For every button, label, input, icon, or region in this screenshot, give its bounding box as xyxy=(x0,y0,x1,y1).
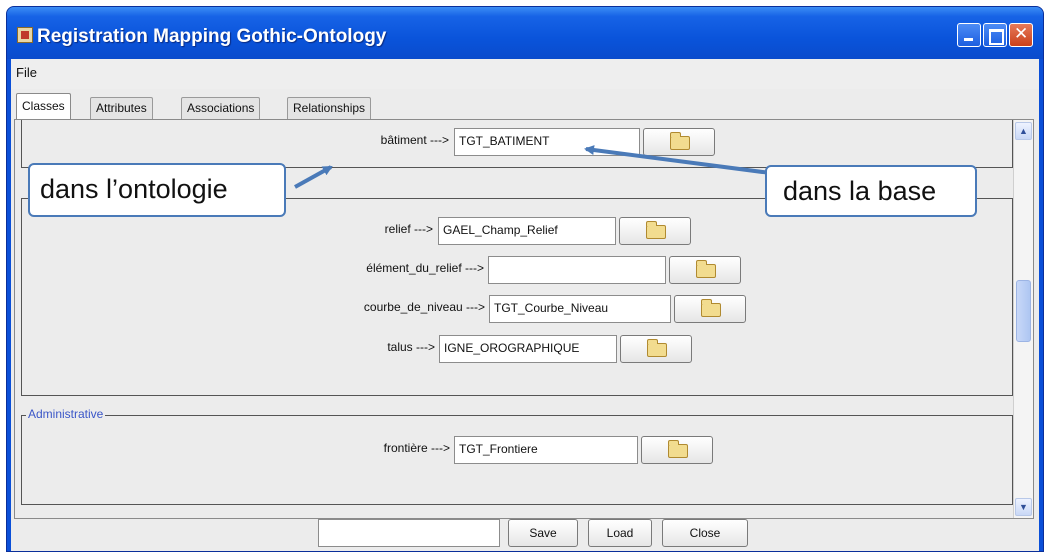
tab-strip: Classes Attributes Associations Relation… xyxy=(11,93,1039,120)
scroll-down-icon[interactable]: ▼ xyxy=(1015,498,1032,516)
row-label-batiment: bâtiment ---> xyxy=(380,133,449,147)
group-administrative: Administrative frontière ---> TGT_Fronti… xyxy=(21,407,1013,505)
browse-button-talus[interactable] xyxy=(620,335,692,363)
menu-file[interactable]: File xyxy=(16,65,37,80)
folder-icon xyxy=(668,440,688,458)
close-icon[interactable] xyxy=(1009,23,1033,47)
folder-icon xyxy=(646,221,666,239)
row-label-talus: talus ---> xyxy=(387,340,435,354)
title-bar[interactable]: Registration Mapping Gothic-Ontology xyxy=(7,7,1043,59)
mapping-field-courbe-de-niveau[interactable]: TGT_Courbe_Niveau xyxy=(489,295,671,323)
group-batiment: bâtiment ---> TGT_BATIMENT xyxy=(21,120,1013,168)
window-content: File Classes Attributes Associations Rel… xyxy=(11,59,1039,551)
callout-database: dans la base xyxy=(765,165,977,217)
browse-button-relief[interactable] xyxy=(619,217,691,245)
browse-button-courbe-de-niveau[interactable] xyxy=(674,295,746,323)
vertical-scrollbar[interactable]: ▲ ▼ xyxy=(1013,120,1033,518)
load-button[interactable]: Load xyxy=(588,519,652,547)
folder-icon xyxy=(670,132,690,150)
save-button[interactable]: Save xyxy=(508,519,578,547)
minimize-icon[interactable] xyxy=(957,23,981,47)
close-button[interactable]: Close xyxy=(662,519,748,547)
tab-attributes[interactable]: Attributes xyxy=(90,97,153,119)
window-title: Registration Mapping Gothic-Ontology xyxy=(37,26,387,47)
folder-icon xyxy=(647,339,667,357)
maximize-icon[interactable] xyxy=(983,23,1007,47)
folder-icon xyxy=(696,260,716,278)
group-title-administrative: Administrative xyxy=(26,407,106,421)
mapping-field-element-du-relief[interactable] xyxy=(488,256,666,284)
file-name-input[interactable] xyxy=(318,519,500,547)
tab-relationships[interactable]: Relationships xyxy=(287,97,372,119)
mapping-field-frontiere[interactable]: TGT_Frontiere xyxy=(454,436,638,464)
mapping-field-relief[interactable]: GAEL_Champ_Relief xyxy=(438,217,616,245)
app-window: Registration Mapping Gothic-Ontology Fil… xyxy=(6,6,1044,552)
tab-associations[interactable]: Associations xyxy=(181,97,261,119)
row-label-courbe-de-niveau: courbe_de_niveau ---> xyxy=(363,300,485,314)
app-icon xyxy=(17,27,33,43)
tab-classes[interactable]: Classes xyxy=(16,93,71,120)
mapping-field-talus[interactable]: IGNE_OROGRAPHIQUE xyxy=(439,335,617,363)
menu-bar: File xyxy=(11,59,1039,89)
row-label-element-du-relief: élément_du_relief ---> xyxy=(366,261,484,275)
scroll-up-icon[interactable]: ▲ xyxy=(1015,122,1032,140)
mapping-field-batiment[interactable]: TGT_BATIMENT xyxy=(454,128,640,156)
browse-button-batiment[interactable] xyxy=(643,128,715,156)
scroll-thumb[interactable] xyxy=(1016,280,1031,342)
row-label-frontiere: frontière ---> xyxy=(383,441,450,455)
callout-ontology: dans l’ontologie xyxy=(28,163,286,217)
group-relief: relief ---> GAEL_Champ_Relief élément_du… xyxy=(21,198,1013,396)
row-label-relief: relief ---> xyxy=(384,222,433,236)
folder-icon xyxy=(701,299,721,317)
browse-button-frontiere[interactable] xyxy=(641,436,713,464)
browse-button-element-du-relief[interactable] xyxy=(669,256,741,284)
